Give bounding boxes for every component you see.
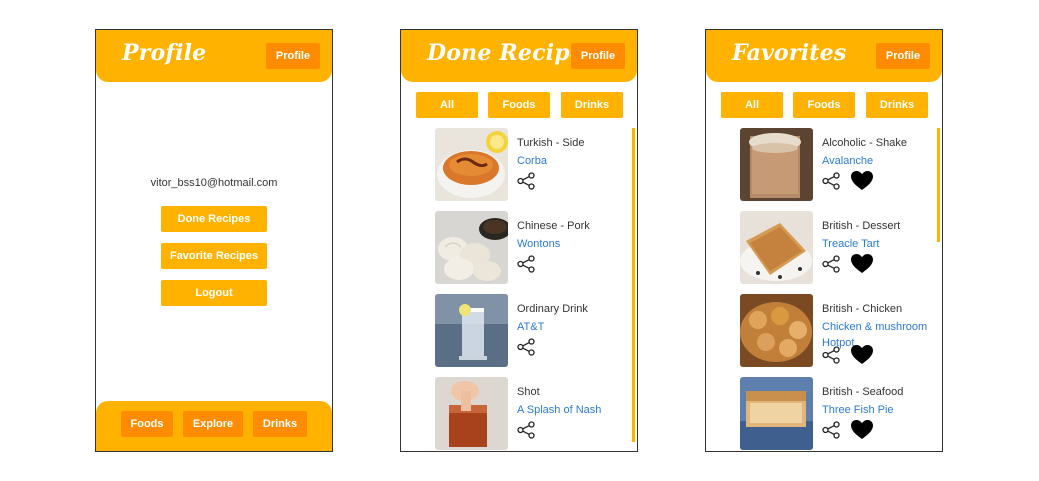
filter-bar: All Foods Drinks xyxy=(401,92,637,118)
share-icon[interactable] xyxy=(517,421,535,439)
logout-button[interactable]: Logout xyxy=(161,280,267,306)
heart-icon[interactable] xyxy=(851,254,873,274)
recipe-card[interactable]: Turkish - Side Corba xyxy=(435,128,625,202)
profile-screen: Profile Profile vitor_bss10@hotmail.com … xyxy=(95,29,333,452)
profile-button[interactable]: Profile xyxy=(876,43,930,69)
recipe-name-link[interactable]: A Splash of Nash xyxy=(517,402,629,418)
footer-foods-button[interactable]: Foods xyxy=(121,411,173,437)
recipe-name-link[interactable]: Treacle Tart xyxy=(822,236,934,252)
filter-drinks-button[interactable]: Drinks xyxy=(561,92,623,118)
filter-all-button[interactable]: All xyxy=(721,92,783,118)
share-icon[interactable] xyxy=(517,255,535,273)
heart-icon[interactable] xyxy=(851,420,873,440)
recipe-name-link[interactable]: Corba xyxy=(517,153,629,169)
recipe-image[interactable] xyxy=(435,377,508,450)
footer-drinks-button[interactable]: Drinks xyxy=(253,411,307,437)
recipe-card[interactable]: British - Dessert Treacle Tart xyxy=(740,211,930,285)
filter-bar: All Foods Drinks xyxy=(706,92,942,118)
footer-explore-button[interactable]: Explore xyxy=(183,411,243,437)
recipe-card[interactable]: Chinese - Pork Wontons xyxy=(435,211,625,285)
header: Favorites Profile xyxy=(706,30,942,82)
recipe-category: Turkish - Side xyxy=(517,137,585,149)
share-icon[interactable] xyxy=(822,255,840,273)
recipe-category: British - Chicken xyxy=(822,303,903,315)
filter-foods-button[interactable]: Foods xyxy=(793,92,855,118)
scrollbar[interactable] xyxy=(937,128,940,242)
recipe-category: Ordinary Drink xyxy=(517,303,588,315)
header: Done Recipes Profile xyxy=(401,30,637,82)
recipe-image[interactable] xyxy=(435,294,508,367)
recipe-card[interactable]: Alcoholic - Shake Avalanche xyxy=(740,128,930,202)
recipe-category: British - Dessert xyxy=(822,220,901,232)
recipe-category: Chinese - Pork xyxy=(517,220,590,232)
share-icon[interactable] xyxy=(517,338,535,356)
done-recipes-screen: Done Recipes Profile All Foods Drinks Tu… xyxy=(400,29,638,452)
user-email: vitor_bss10@hotmail.com xyxy=(150,177,278,189)
share-icon[interactable] xyxy=(822,346,840,364)
profile-button[interactable]: Profile xyxy=(571,43,625,69)
share-icon[interactable] xyxy=(517,172,535,190)
filter-foods-button[interactable]: Foods xyxy=(488,92,550,118)
recipe-category: Shot xyxy=(517,386,540,398)
recipe-image[interactable] xyxy=(740,211,813,284)
page-title: Profile xyxy=(122,40,207,66)
recipe-card[interactable]: British - Seafood Three Fish Pie xyxy=(740,377,930,451)
recipe-name-link[interactable]: Wontons xyxy=(517,236,629,252)
scrollbar[interactable] xyxy=(632,128,635,442)
heart-icon[interactable] xyxy=(851,171,873,191)
header: Profile Profile xyxy=(96,30,332,82)
share-icon[interactable] xyxy=(822,172,840,190)
page-title: Favorites xyxy=(732,40,847,66)
recipe-name-link[interactable]: AT&T xyxy=(517,319,629,335)
share-icon[interactable] xyxy=(822,421,840,439)
favorites-screen: Favorites Profile All Foods Drinks Alcoh… xyxy=(705,29,943,452)
recipe-name-link[interactable]: Three Fish Pie xyxy=(822,402,934,418)
filter-drinks-button[interactable]: Drinks xyxy=(866,92,928,118)
recipe-category: Alcoholic - Shake xyxy=(822,137,907,149)
favorite-recipes-button[interactable]: Favorite Recipes xyxy=(161,243,267,269)
recipe-image[interactable] xyxy=(740,377,813,450)
recipe-card[interactable]: Shot A Splash of Nash xyxy=(435,377,625,451)
filter-all-button[interactable]: All xyxy=(416,92,478,118)
heart-icon[interactable] xyxy=(851,345,873,365)
footer-nav: Foods Explore Drinks xyxy=(96,401,332,451)
recipe-name-link[interactable]: Avalanche xyxy=(822,153,934,169)
recipe-image[interactable] xyxy=(435,128,508,201)
recipe-image[interactable] xyxy=(740,128,813,201)
done-recipes-button[interactable]: Done Recipes xyxy=(161,206,267,232)
recipe-card[interactable]: Ordinary Drink AT&T xyxy=(435,294,625,368)
recipe-image[interactable] xyxy=(435,211,508,284)
recipe-image[interactable] xyxy=(740,294,813,367)
profile-button[interactable]: Profile xyxy=(266,43,320,69)
recipe-category: British - Seafood xyxy=(822,386,904,398)
recipe-card[interactable]: British - Chicken Chicken & mushroom Hot… xyxy=(740,294,930,368)
